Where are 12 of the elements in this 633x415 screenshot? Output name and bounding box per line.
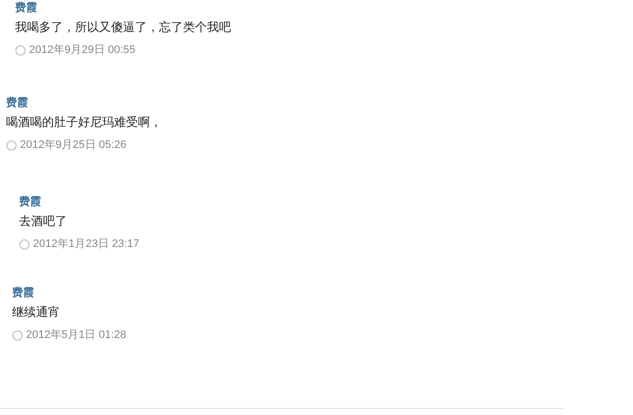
author-name[interactable]: 费霞 — [19, 194, 41, 210]
author-name[interactable]: 费霞 — [15, 0, 37, 16]
post-time: 2012年1月23日 23:17 — [33, 237, 140, 251]
post-text: 喝酒喝的肚子好尼玛难受啊， — [6, 114, 162, 131]
post-text: 去酒吧了 — [19, 213, 67, 230]
post-time: 2012年9月25日 05:26 — [20, 138, 126, 152]
author-name[interactable]: 费霞 — [12, 285, 34, 301]
author-name[interactable]: 费霞 — [6, 95, 28, 111]
post-text: 我喝多了，所以又傻逼了，忘了类个我吧 — [15, 19, 231, 36]
post-time: 2012年9月29日 00:55 — [29, 43, 136, 57]
post-text: 继续通宵 — [12, 304, 60, 321]
post-time: 2012年5月1日 01:28 — [26, 328, 126, 342]
